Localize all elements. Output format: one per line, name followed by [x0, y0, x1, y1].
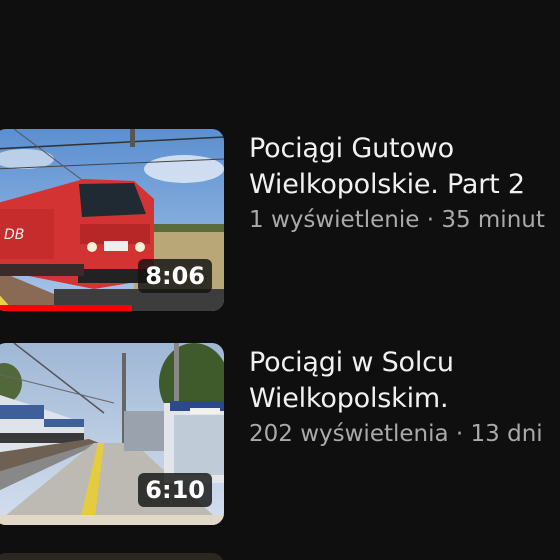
upload-age: 13 dni: [470, 421, 543, 447]
video-stats: 202 wyświetlenia · 13 dni: [249, 417, 560, 451]
video-thumbnail[interactable]: DB 8:06: [0, 129, 224, 311]
video-stats: 1 wyświetlenie · 35 minut: [249, 203, 560, 237]
video-meta[interactable]: Pociągi w Solcu Wielkopolskim. 202 wyświ…: [249, 345, 560, 451]
next-video-thumbnail-edge[interactable]: [0, 553, 224, 560]
stats-separator: ·: [448, 421, 471, 447]
video-title-line-1[interactable]: Pociągi Gutowo: [249, 131, 560, 167]
upload-age: 35 minut: [441, 207, 545, 233]
video-title-line-1[interactable]: Pociągi w Solcu: [249, 345, 560, 381]
video-item[interactable]: 6:10 Pociągi w Solcu Wielkopolskim. 202 …: [0, 343, 560, 525]
svg-text:DB: DB: [4, 227, 24, 243]
video-title-line-2[interactable]: Wielkopolskim.: [249, 381, 560, 417]
video-duration: 6:10: [138, 473, 212, 507]
view-count: 202 wyświetlenia: [249, 421, 449, 447]
view-count: 1 wyświetlenie: [249, 207, 420, 233]
watch-progress-bar: [0, 305, 132, 311]
video-duration: 8:06: [138, 259, 212, 293]
video-thumbnail[interactable]: 6:10: [0, 343, 224, 525]
video-item[interactable]: DB 8:06 Pociągi Gutowo Wielkopolskie. Pa…: [0, 129, 560, 311]
video-title-line-2[interactable]: Wielkopolskie. Part 2: [249, 167, 560, 203]
stats-separator: ·: [419, 207, 442, 233]
video-meta[interactable]: Pociągi Gutowo Wielkopolskie. Part 2 1 w…: [249, 131, 560, 237]
video-list: DB 8:06 Pociągi Gutowo Wielkopolskie. Pa…: [0, 0, 560, 560]
